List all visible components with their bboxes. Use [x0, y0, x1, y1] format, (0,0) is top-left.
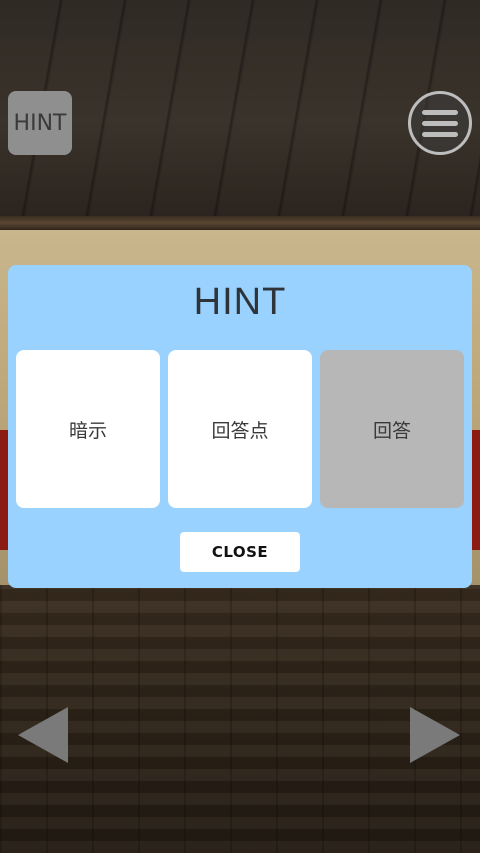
game-screen: HINT HINT 暗示 回答点 回答 CLOSE: [0, 0, 480, 853]
answer-option-button: 回答: [320, 350, 464, 508]
hint-dialog: HINT 暗示 回答点 回答 CLOSE: [8, 265, 472, 588]
dialog-title: HINT: [193, 281, 287, 323]
close-button[interactable]: CLOSE: [180, 532, 300, 572]
answer-point-option-button[interactable]: 回答点: [168, 350, 312, 508]
hint-option-button[interactable]: 暗示: [16, 350, 160, 508]
